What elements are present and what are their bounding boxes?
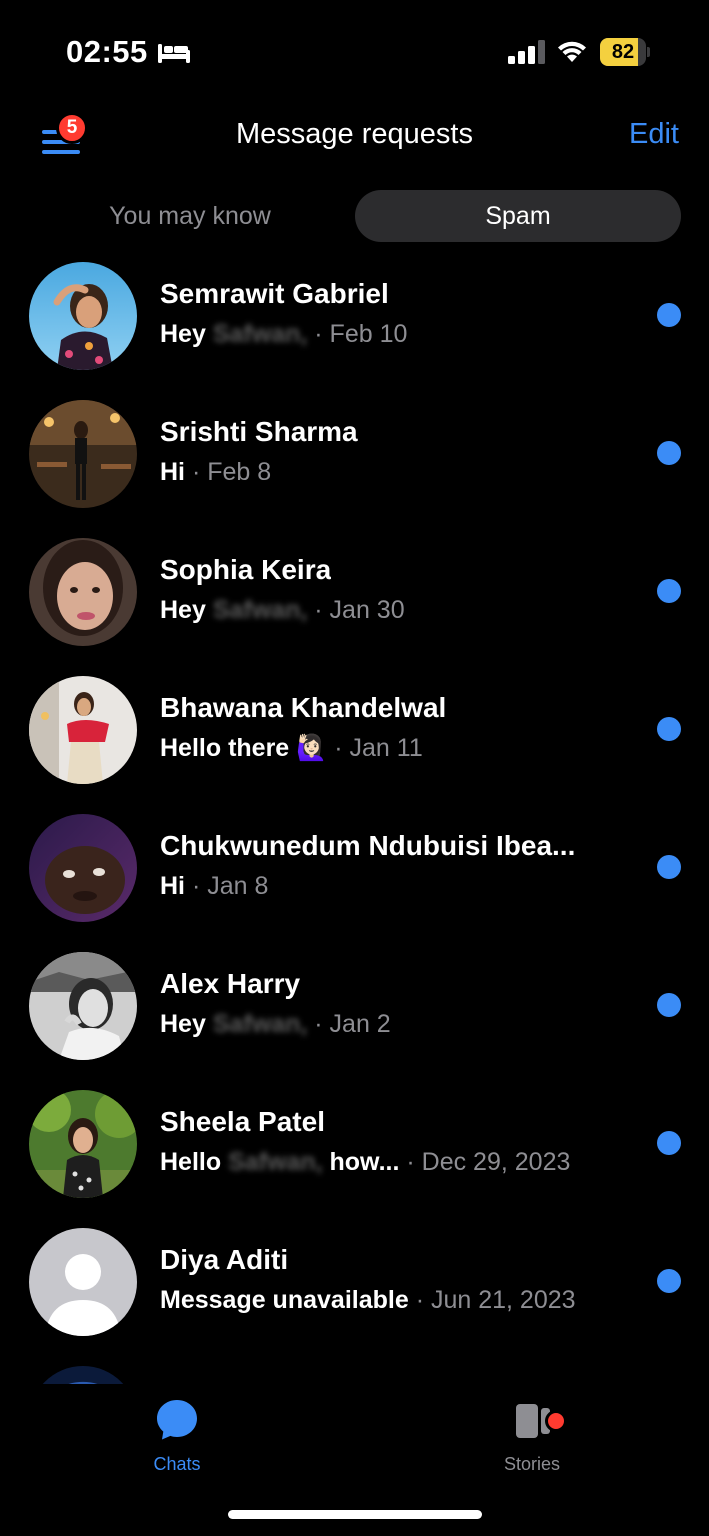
tab-you-may-know[interactable]: You may know	[26, 190, 354, 242]
page-title: Message requests	[236, 118, 473, 150]
message-preview: Hi · Feb 8	[160, 458, 272, 486]
unread-dot	[657, 855, 681, 879]
tab-chats[interactable]: Chats	[107, 1398, 247, 1475]
unread-dot	[657, 579, 681, 603]
default-avatar	[29, 1228, 137, 1336]
battery-level: 82	[611, 41, 635, 63]
request-tabs: You may know Spam	[26, 190, 682, 242]
contact-name: Srishti Sharma	[160, 416, 358, 447]
contact-name: Diya Aditi	[160, 1244, 289, 1275]
redacted-text: Safwan,	[212, 1010, 308, 1038]
contact-name: Chukwunedum Ndubuisi Ibea...	[160, 830, 576, 861]
message-date: Jun 21, 2023	[430, 1286, 576, 1314]
list-item[interactable]: Semrawit Gabriel Hey Safwan, · Feb 10	[0, 246, 709, 384]
tab-spam[interactable]: Spam	[355, 190, 681, 242]
list-item[interactable]: Sheela Patel Hello Safwan, how... · Dec …	[0, 1074, 709, 1212]
avatar	[29, 262, 137, 370]
contact-name: Sophia Keira	[160, 554, 332, 585]
battery-icon: 82	[600, 38, 650, 66]
wifi-icon	[558, 41, 586, 62]
unread-dot	[657, 303, 681, 327]
avatar	[29, 538, 137, 646]
message-preview: Hello there 🙋🏻‍♀️ · Jan 11	[160, 734, 423, 762]
avatar	[29, 814, 137, 922]
avatar	[29, 1090, 137, 1198]
avatar	[29, 400, 137, 508]
tab-stories-label: Stories	[503, 1454, 561, 1474]
tab-stories[interactable]: Stories	[462, 1398, 602, 1475]
avatar	[29, 1366, 137, 1384]
message-date: Feb 8	[207, 458, 272, 486]
list-item[interactable]: Chukwunedum Ndubuisi Ibea... Hi · Jan 8	[0, 798, 709, 936]
unread-dot	[657, 1131, 681, 1155]
message-preview: Hey Safwan, · Jan 30	[160, 596, 405, 624]
request-list: Semrawit Gabriel Hey Safwan, · Feb 10 Sr…	[0, 246, 709, 1384]
list-item[interactable]: Diya Aditi Message unavailable · Jun 21,…	[0, 1212, 709, 1350]
list-item[interactable]: Alex Harry Hey Safwan, · Jan 2	[0, 936, 709, 1074]
redacted-text: Safwan,	[212, 320, 308, 348]
list-item[interactable]: Srishti Sharma Hi · Feb 8	[0, 384, 709, 522]
status-bar: 02:55 82	[0, 0, 709, 100]
contact-name: Alex Harry	[160, 968, 301, 999]
message-date: Feb 10	[329, 320, 408, 348]
status-time: 02:55	[66, 34, 148, 69]
contact-name: Sheela Patel	[160, 1106, 325, 1137]
header: 5 Message requests Edit	[0, 100, 709, 176]
chat-bubble-icon	[157, 1400, 197, 1440]
bed-icon	[158, 44, 190, 63]
list-item[interactable]	[0, 1350, 709, 1384]
message-preview: Hey Safwan, · Feb 10	[160, 320, 408, 348]
message-preview: Hello Safwan, how... · Dec 29, 2023	[160, 1148, 571, 1176]
message-preview: Hey Safwan, · Jan 2	[160, 1010, 391, 1038]
edit-button[interactable]: Edit	[629, 118, 679, 151]
contact-name: Bhawana Khandelwal	[160, 692, 447, 723]
message-date: Jan 30	[329, 596, 405, 624]
unread-dot	[657, 717, 681, 741]
home-indicator[interactable]	[228, 1510, 482, 1519]
avatar	[29, 952, 137, 1060]
avatar	[29, 676, 137, 784]
message-date: Dec 29, 2023	[421, 1148, 571, 1176]
message-date: Jan 11	[349, 734, 423, 762]
unread-dot	[657, 993, 681, 1017]
message-preview: Hi · Jan 8	[160, 872, 269, 900]
message-date: Jan 2	[329, 1010, 391, 1038]
message-preview: Message unavailable · Jun 21, 2023	[160, 1286, 576, 1314]
contact-name: Semrawit Gabriel	[160, 278, 389, 309]
redacted-text: Safwan,	[228, 1148, 323, 1176]
list-item[interactable]: Bhawana Khandelwal Hello there 🙋🏻‍♀️ · J…	[0, 660, 709, 798]
list-item[interactable]: Sophia Keira Hey Safwan, · Jan 30	[0, 522, 709, 660]
redacted-text: Safwan,	[212, 596, 308, 624]
message-date: Jan 8	[207, 872, 269, 900]
unread-dot	[657, 1269, 681, 1293]
tab-chats-label: Chats	[153, 1454, 201, 1474]
signal-icon	[508, 40, 545, 64]
stories-badge	[545, 1410, 567, 1432]
unread-dot	[657, 441, 681, 465]
